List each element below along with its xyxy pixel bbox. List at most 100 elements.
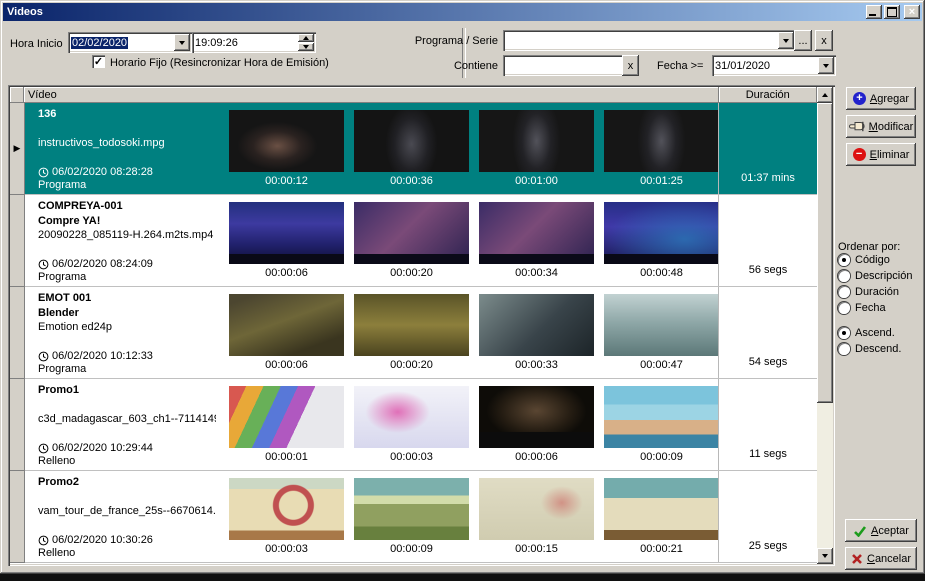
video-thumbnail	[604, 478, 719, 540]
time-spin-up-button[interactable]	[298, 34, 314, 42]
maximize-icon	[887, 7, 897, 17]
vertical-scrollbar[interactable]	[817, 87, 833, 564]
radio-icon	[838, 286, 850, 298]
eliminar-button[interactable]: − Eliminar	[846, 143, 916, 166]
video-thumbnail	[479, 478, 594, 540]
video-thumbnail	[229, 110, 344, 172]
video-filename: vam_tour_de_france_25s--6670614.m	[38, 505, 216, 517]
horario-fijo-checkbox[interactable]: ✓	[92, 55, 105, 68]
video-code: Promo1	[38, 384, 218, 396]
programa-serie-combobox[interactable]	[503, 30, 796, 51]
scroll-up-button[interactable]	[817, 87, 833, 103]
modificar-button[interactable]: Modificar	[846, 115, 916, 138]
start-date-dropdown-button[interactable]	[174, 34, 190, 51]
video-name	[38, 491, 218, 504]
chevron-down-icon	[823, 64, 829, 68]
contiene-clear-button[interactable]: x	[622, 55, 639, 76]
screen-edge	[0, 574, 925, 581]
clock-icon	[38, 351, 49, 362]
video-thumbnail	[604, 294, 719, 356]
video-thumbnail	[354, 202, 469, 264]
contiene-input[interactable]	[503, 55, 625, 76]
time-spin-down-button[interactable]	[298, 43, 314, 51]
thumbnail-time: 00:00:47	[640, 359, 683, 371]
thumbnail-time: 00:00:09	[640, 451, 683, 463]
column-header-video: Vídeo	[24, 87, 719, 103]
video-filename: Emotion ed24p	[38, 321, 216, 333]
thumbnail-time: 00:00:09	[390, 543, 433, 555]
sort-radio-duracion[interactable]: Duración	[838, 286, 899, 298]
video-type: Relleno	[38, 547, 153, 559]
video-thumbnail	[229, 294, 344, 356]
row-selector-gutter[interactable]	[10, 379, 25, 471]
sort-radio-descripcion[interactable]: Descripción	[838, 270, 912, 282]
screen: Videos × Hora Inicio 02/02/2020 19:09:26…	[0, 0, 925, 581]
contiene-label: Contiene	[414, 60, 498, 72]
row-selector-gutter[interactable]	[10, 195, 25, 287]
clock-icon	[38, 535, 49, 546]
video-name	[38, 123, 218, 136]
close-icon: ×	[909, 7, 915, 18]
fecha-combobox[interactable]: 31/01/2020	[712, 55, 836, 76]
video-name	[38, 399, 218, 412]
video-code: COMPREYA-001	[38, 200, 218, 212]
row-selector-gutter[interactable]	[10, 471, 25, 563]
radio-icon	[838, 270, 850, 282]
thumbnail-time: 00:00:03	[390, 451, 433, 463]
video-duration: 54 segs	[719, 356, 817, 368]
clock-icon	[38, 167, 49, 178]
table-row[interactable]: ▶ 136 instructivos_todosoki.mpg 06/02/20…	[10, 103, 817, 195]
sort-radio-fecha[interactable]: Fecha	[838, 302, 886, 314]
programa-serie-clear-button[interactable]: x	[815, 30, 833, 51]
video-filename: instructivos_todosoki.mpg	[38, 137, 216, 149]
video-type: Programa	[38, 363, 153, 375]
minimize-button[interactable]	[866, 5, 882, 19]
plus-icon: +	[853, 92, 866, 105]
sort-radio-ascend[interactable]: Ascend.	[838, 327, 895, 339]
video-code: EMOT 001	[38, 292, 218, 304]
pointing-hand-icon	[849, 121, 865, 132]
video-thumbnail	[479, 386, 594, 448]
hora-inicio-label: Hora Inicio	[10, 38, 63, 50]
table-row[interactable]: COMPREYA-001 Compre YA! 20090228_085119-…	[10, 195, 817, 287]
table-row[interactable]: Promo1 c3d_madagascar_603_ch1--7114149. …	[10, 379, 817, 471]
thumbnail-time: 00:01:25	[640, 175, 683, 187]
table-row[interactable]: EMOT 001 Blender Emotion ed24p 06/02/202…	[10, 287, 817, 379]
sort-radio-codigo[interactable]: Código	[838, 254, 890, 266]
scroll-down-button[interactable]	[817, 548, 833, 564]
programa-serie-dropdown-button[interactable]	[778, 32, 794, 49]
fecha-dropdown-button[interactable]	[818, 57, 834, 74]
cancelar-button[interactable]: Cancelar	[845, 547, 917, 570]
thumbnail-time: 00:00:20	[390, 267, 433, 279]
video-thumbnail	[229, 386, 344, 448]
window-title: Videos	[7, 6, 43, 18]
titlebar: Videos ×	[3, 3, 922, 21]
maximize-button[interactable]	[884, 5, 900, 19]
scrollbar-thumb[interactable]	[817, 103, 833, 403]
programa-serie-browse-button[interactable]: ...	[794, 30, 812, 51]
row-selector-gutter[interactable]: ▶	[10, 103, 25, 195]
chevron-up-icon	[822, 93, 828, 97]
video-thumbnail	[479, 110, 594, 172]
thumbnail-time: 00:00:34	[515, 267, 558, 279]
thumbnail-time: 00:01:00	[515, 175, 558, 187]
sort-radio-descend[interactable]: Descend.	[838, 343, 901, 355]
start-date-combobox[interactable]: 02/02/2020	[68, 32, 192, 53]
clock-icon	[38, 259, 49, 270]
thumbnail-time: 00:00:48	[640, 267, 683, 279]
aceptar-button[interactable]: Aceptar	[845, 519, 917, 542]
video-duration: 11 segs	[719, 448, 817, 460]
agregar-button[interactable]: + Agregar	[846, 87, 916, 110]
thumbnail-time: 00:00:21	[640, 543, 683, 555]
video-thumbnail	[604, 110, 719, 172]
thumbnail-time: 00:00:06	[265, 267, 308, 279]
thumbnail-time: 00:00:01	[265, 451, 308, 463]
chevron-down-icon	[179, 41, 185, 45]
video-name: Compre YA!	[38, 215, 218, 228]
video-thumbnail	[354, 294, 469, 356]
table-row[interactable]: Promo2 vam_tour_de_france_25s--6670614.m…	[10, 471, 817, 563]
column-header-duracion: Duración	[719, 87, 818, 103]
start-time-spinner[interactable]: 19:09:26	[192, 32, 316, 53]
close-button[interactable]: ×	[904, 5, 920, 19]
row-selector-gutter[interactable]	[10, 287, 25, 379]
